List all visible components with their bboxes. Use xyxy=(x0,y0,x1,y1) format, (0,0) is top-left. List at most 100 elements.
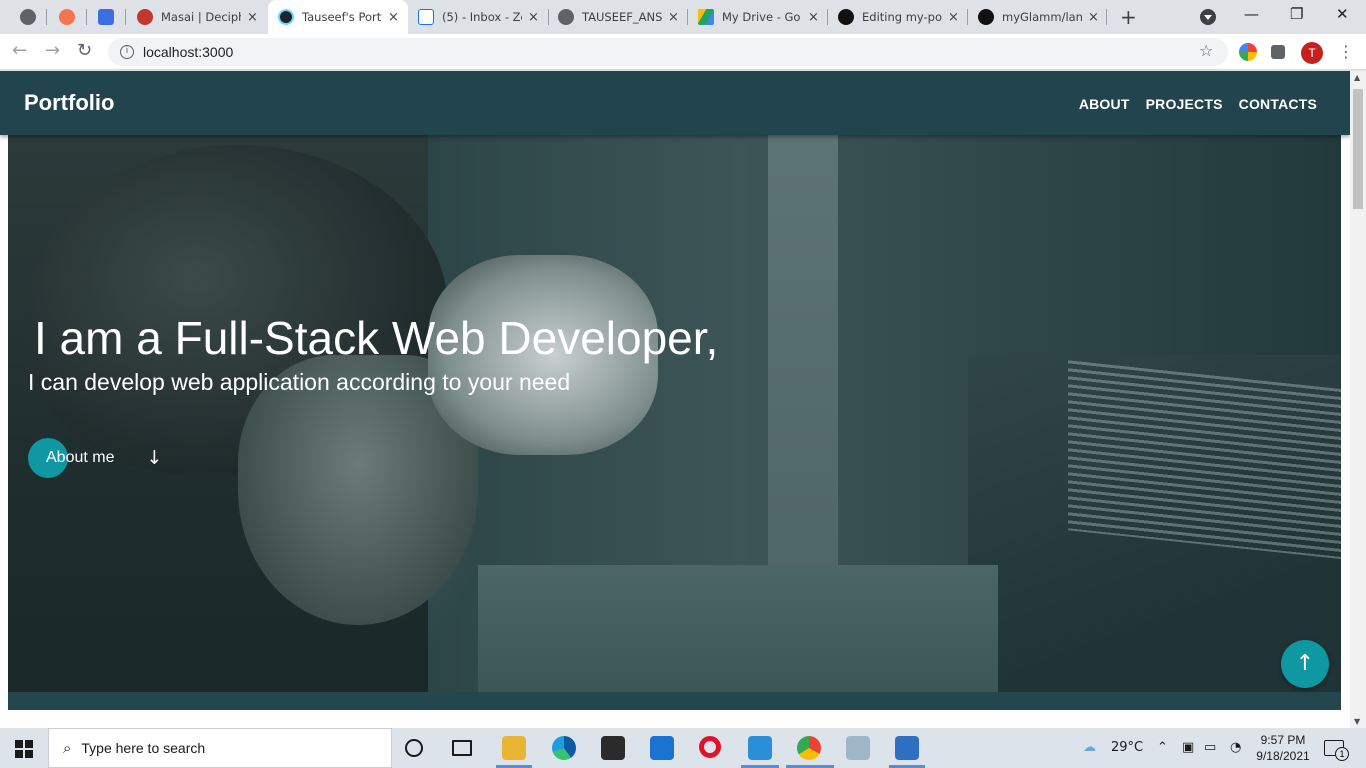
scroll-up-arrow-icon[interactable]: ▲ xyxy=(1354,73,1360,82)
tab-separator xyxy=(125,9,126,25)
tab-portfolio[interactable]: Tauseef's Portf × xyxy=(268,0,408,34)
color-extension-icon[interactable] xyxy=(1239,43,1257,61)
restore-button[interactable]: ❐ xyxy=(1290,5,1303,23)
notification-center-icon[interactable]: 1 xyxy=(1324,740,1349,761)
bookmark-star-icon[interactable]: ☆ xyxy=(1199,41,1213,60)
tab-github-editing[interactable]: Editing my-po × xyxy=(838,0,964,34)
task-view-icon[interactable] xyxy=(452,740,472,756)
tab-google-drive[interactable]: My Drive - Go × xyxy=(698,0,824,34)
hero-background-image xyxy=(8,135,1341,710)
address-bar[interactable]: i localhost:3000 xyxy=(108,38,1228,66)
notification-count-badge: 1 xyxy=(1335,747,1349,761)
site-brand[interactable]: Portfolio xyxy=(24,90,114,116)
close-window-button[interactable]: ✕ xyxy=(1336,5,1349,23)
clock-time: 9:57 PM xyxy=(1260,733,1306,747)
tab-title: My Drive - Go xyxy=(722,10,801,24)
opera-browser-icon[interactable] xyxy=(699,736,721,758)
weather-temperature[interactable]: 29°C xyxy=(1111,740,1143,755)
github-favicon-icon xyxy=(978,9,994,25)
file-explorer-icon[interactable] xyxy=(502,736,526,760)
search-icon: ⌕ xyxy=(63,739,72,757)
tab-separator xyxy=(46,9,47,25)
hero-section: I am a Full-Stack Web Developer, I can d… xyxy=(8,135,1341,710)
wifi-icon[interactable]: ◔ xyxy=(1230,740,1241,755)
tab-title: (5) - Inbox - Zo xyxy=(442,10,522,24)
weather-icon[interactable]: ☁ xyxy=(1083,740,1096,755)
nav-projects-link[interactable]: PROJECTS xyxy=(1146,96,1223,112)
globe-favicon-icon xyxy=(558,9,574,25)
cortana-icon[interactable] xyxy=(405,739,423,757)
tab-tauseef-ans[interactable]: TAUSEEF_ANS × xyxy=(558,0,684,34)
extensions-puzzle-icon[interactable] xyxy=(1271,45,1285,59)
tab-title: Editing my-po xyxy=(862,10,942,24)
mail-app-icon[interactable] xyxy=(650,736,674,760)
taskbar-search-box[interactable]: ⌕ Type here to search xyxy=(48,728,392,768)
tab-separator xyxy=(86,9,87,25)
tab-close-icon[interactable]: × xyxy=(388,10,399,25)
nav-contacts-link[interactable]: CONTACTS xyxy=(1239,96,1317,112)
tab-separator xyxy=(827,9,828,25)
mail-favicon-icon xyxy=(418,9,434,25)
chrome-taskbar-icon[interactable] xyxy=(797,736,821,760)
forward-arrow-icon[interactable]: → xyxy=(45,40,60,61)
page-viewport: Portfolio ABOUT PROJECTS CONTACTS I am a… xyxy=(0,71,1350,728)
photos-app-icon[interactable] xyxy=(895,736,919,760)
about-me-label: About me xyxy=(46,449,115,466)
tab-separator xyxy=(548,9,549,25)
scrollbar-thumb[interactable] xyxy=(1353,89,1363,209)
notes-app-icon[interactable] xyxy=(846,736,870,760)
tab-close-icon[interactable]: × xyxy=(247,10,258,25)
tab-close-icon[interactable]: × xyxy=(808,10,819,25)
pinned-tab-globe-icon[interactable] xyxy=(20,9,36,25)
browser-toolbar: ← → ↻ i localhost:3000 ☆ T ⋮ xyxy=(0,34,1366,70)
scroll-to-top-button[interactable]: ↑ xyxy=(1281,640,1329,688)
edge-browser-icon[interactable] xyxy=(552,736,576,760)
pinned-tab-app-icon[interactable] xyxy=(59,9,75,25)
pinned-tab-masai-icon[interactable] xyxy=(98,9,114,25)
masai-favicon-icon xyxy=(137,9,153,25)
site-navbar: Portfolio ABOUT PROJECTS CONTACTS xyxy=(0,71,1350,135)
tab-title: Masai | Deciph xyxy=(161,10,241,24)
about-me-button[interactable]: About me ↓ xyxy=(28,438,162,478)
tab-search-icon[interactable] xyxy=(1200,9,1216,25)
minimize-button[interactable]: — xyxy=(1244,5,1259,23)
new-tab-button[interactable]: + xyxy=(1120,5,1137,29)
site-info-icon[interactable]: i xyxy=(120,45,134,59)
scroll-down-arrow-icon[interactable]: ▼ xyxy=(1354,717,1360,726)
tab-close-icon[interactable]: × xyxy=(528,10,539,25)
tab-zoho-inbox[interactable]: (5) - Inbox - Zo × xyxy=(418,0,544,34)
tray-chevron-up-icon[interactable]: ⌃ xyxy=(1157,740,1168,755)
profile-avatar[interactable]: T xyxy=(1301,42,1323,64)
hero-bottom-band xyxy=(8,692,1341,710)
page-scrollbar[interactable]: ▲ ▼ xyxy=(1350,71,1366,728)
chrome-menu-icon[interactable]: ⋮ xyxy=(1338,42,1354,61)
tab-close-icon[interactable]: × xyxy=(668,10,679,25)
tab-separator xyxy=(967,9,968,25)
vscode-icon[interactable] xyxy=(748,736,772,760)
taskbar-search-placeholder: Type here to search xyxy=(81,740,206,756)
windows-start-icon[interactable] xyxy=(15,740,33,758)
tab-close-icon[interactable]: × xyxy=(1088,10,1099,25)
drive-favicon-icon xyxy=(698,9,714,25)
nav-links: ABOUT PROJECTS CONTACTS xyxy=(1079,96,1317,112)
browser-tab-strip: Masai | Deciph × Tauseef's Portf × (5) -… xyxy=(0,0,1366,34)
hero-subheadline: I can develop web application according … xyxy=(28,369,571,395)
tab-title: TAUSEEF_ANS xyxy=(582,10,662,24)
arrow-down-icon: ↓ xyxy=(146,447,163,469)
tab-close-icon[interactable]: × xyxy=(948,10,959,25)
tab-separator xyxy=(1106,9,1107,25)
github-favicon-icon xyxy=(838,9,854,25)
taskbar-clock[interactable]: 9:57 PM 9/18/2021 xyxy=(1252,732,1314,764)
tab-title: Tauseef's Portf xyxy=(302,10,382,24)
nav-about-link[interactable]: ABOUT xyxy=(1079,96,1130,112)
battery-icon[interactable]: ▭ xyxy=(1204,740,1216,755)
clock-date: 9/18/2021 xyxy=(1256,749,1310,763)
microsoft-store-icon[interactable] xyxy=(601,736,625,760)
windows-taskbar: ⌕ Type here to search ☁ 29°C ⌃ ▣ ▭ ◔ 9:5… xyxy=(0,728,1366,768)
reload-icon[interactable]: ↻ xyxy=(77,40,92,61)
back-arrow-icon[interactable]: ← xyxy=(12,40,27,61)
tab-github-myglamm[interactable]: myGlamm/lan × xyxy=(978,0,1104,34)
tray-device-icon[interactable]: ▣ xyxy=(1182,740,1194,755)
tab-masai[interactable]: Masai | Deciph × xyxy=(137,0,263,34)
address-url[interactable]: localhost:3000 xyxy=(143,44,233,60)
